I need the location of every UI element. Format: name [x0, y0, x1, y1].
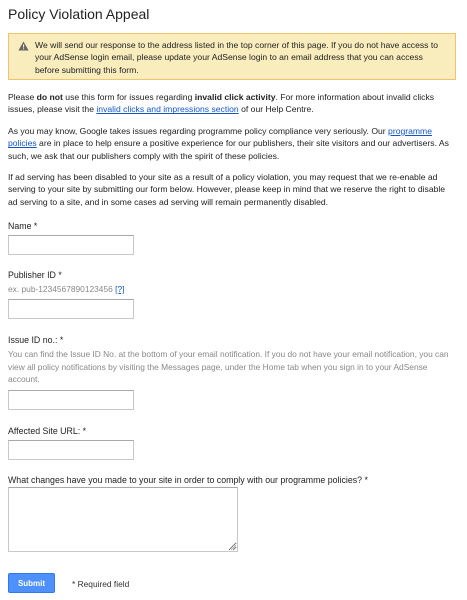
intro-text: use this form for issues regarding [62, 92, 195, 102]
name-input[interactable] [8, 235, 134, 255]
intro-text: are in place to help ensure a positive e… [8, 138, 449, 161]
page-title: Policy Violation Appeal [8, 6, 150, 22]
publisher-id-example: ex. pub-1234567890123456 [8, 284, 113, 294]
intro-paragraph-2: As you may know, Google takes issues reg… [8, 125, 456, 162]
publisher-id-hint: ex. pub-1234567890123456 [?] [8, 283, 453, 296]
alert-banner: We will send our response to the address… [8, 33, 456, 80]
changes-label: What changes have you made to your site … [8, 475, 368, 485]
help-link[interactable]: [?] [115, 284, 124, 294]
publisher-id-label: Publisher ID * [8, 270, 62, 280]
issue-id-input[interactable] [8, 390, 134, 410]
changes-textarea[interactable] [8, 487, 238, 552]
invalid-clicks-link[interactable]: invalid clicks and impressions section [96, 104, 238, 114]
affected-site-label: Affected Site URL: * [8, 426, 87, 436]
intro-emphasis: invalid click activity [194, 92, 276, 102]
publisher-id-input[interactable] [8, 299, 134, 319]
warning-icon [18, 41, 29, 51]
alert-text: We will send our response to the address… [35, 40, 439, 75]
affected-site-input[interactable] [8, 440, 134, 460]
intro-emphasis: do not [36, 92, 63, 102]
intro-paragraph-1: Please do not use this form for issues r… [8, 91, 456, 116]
issue-id-help-text: You can find the Issue ID No. at the bot… [8, 349, 449, 385]
required-field-note: * Required field [72, 579, 130, 589]
submit-button[interactable]: Submit [8, 573, 55, 593]
issue-id-label: Issue ID no.: * [8, 335, 64, 345]
resize-grip-icon[interactable] [229, 543, 237, 551]
intro-text: As you may know, Google takes issues reg… [8, 126, 389, 136]
name-label: Name * [8, 221, 38, 231]
intro-paragraph-3: If ad serving has been disabled to your … [8, 172, 446, 207]
intro-text: of our Help Centre. [238, 104, 314, 115]
intro-text: Please [8, 92, 37, 102]
appeal-page: Policy Violation Appeal We will send our… [0, 0, 467, 600]
